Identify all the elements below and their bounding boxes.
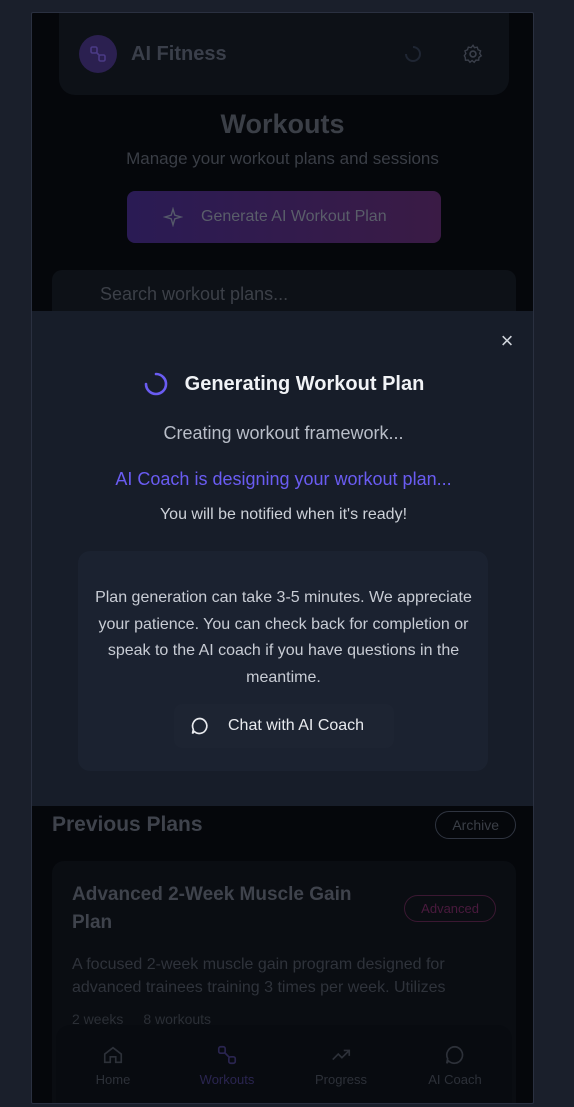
difficulty-badge: Advanced [404,895,496,922]
nav-home[interactable]: Home [68,1044,158,1087]
app-frame: AI Fitness Workouts Manage your workout … [31,12,534,1104]
trend-icon [332,1049,351,1060]
app-title: AI Fitness [131,42,227,65]
generating-modal: × Generating Workout Plan Creating worko… [32,311,533,806]
spinner-icon [144,372,167,396]
archive-button[interactable]: Archive [435,811,516,839]
settings-gear-icon[interactable] [457,38,489,70]
modal-header: Generating Workout Plan [32,371,533,397]
close-icon[interactable]: × [497,330,517,352]
nav-workouts-label: Workouts [199,1071,255,1087]
previous-plans-title: Previous Plans [52,813,203,836]
app-logo [79,35,117,73]
page-subtitle: Manage your workout plans and sessions [126,149,439,168]
chat-icon [191,717,208,735]
notify-message: You will be notified when it's ready! [159,506,408,523]
nav-workouts[interactable]: Workouts [182,1044,272,1087]
nav-progress[interactable]: Progress [296,1044,386,1087]
generation-status: Creating workout framework... [163,423,404,443]
chat-icon [445,1045,464,1064]
nav-home-label: Home [95,1071,131,1087]
nav-ai-coach-label: AI Coach [428,1071,482,1087]
info-text: Plan generation can take 3-5 minutes. We… [95,589,472,686]
generate-plan-label: Generate AI Workout Plan [201,208,387,225]
plan-name: Advanced 2-Week Muscle Gain Plan [72,884,352,933]
bottom-nav: Home Workouts Progress AI Coach [56,1025,512,1103]
plan-description: A focused 2-week muscle gain program des… [72,956,446,996]
page-title: Workouts [220,109,345,139]
chat-with-coach-label: Chat with AI Coach [228,717,365,734]
generate-plan-button[interactable]: Generate AI Workout Plan [127,191,441,243]
nav-progress-label: Progress [314,1071,368,1087]
designing-message: AI Coach is designing your workout plan.… [115,469,452,489]
chat-with-coach-button[interactable]: Chat with AI Coach [174,704,394,748]
top-bar: AI Fitness [59,13,509,95]
nav-ai-coach[interactable]: AI Coach [410,1044,500,1087]
sparkle-icon [163,207,183,227]
previous-plans-header: Previous Plans Archive [52,809,516,841]
dumbbell-icon [217,1045,237,1064]
modal-title: Generating Workout Plan [184,372,425,395]
home-icon [103,1046,123,1063]
dumbbell-icon [90,46,106,62]
loading-icon[interactable] [397,38,429,70]
